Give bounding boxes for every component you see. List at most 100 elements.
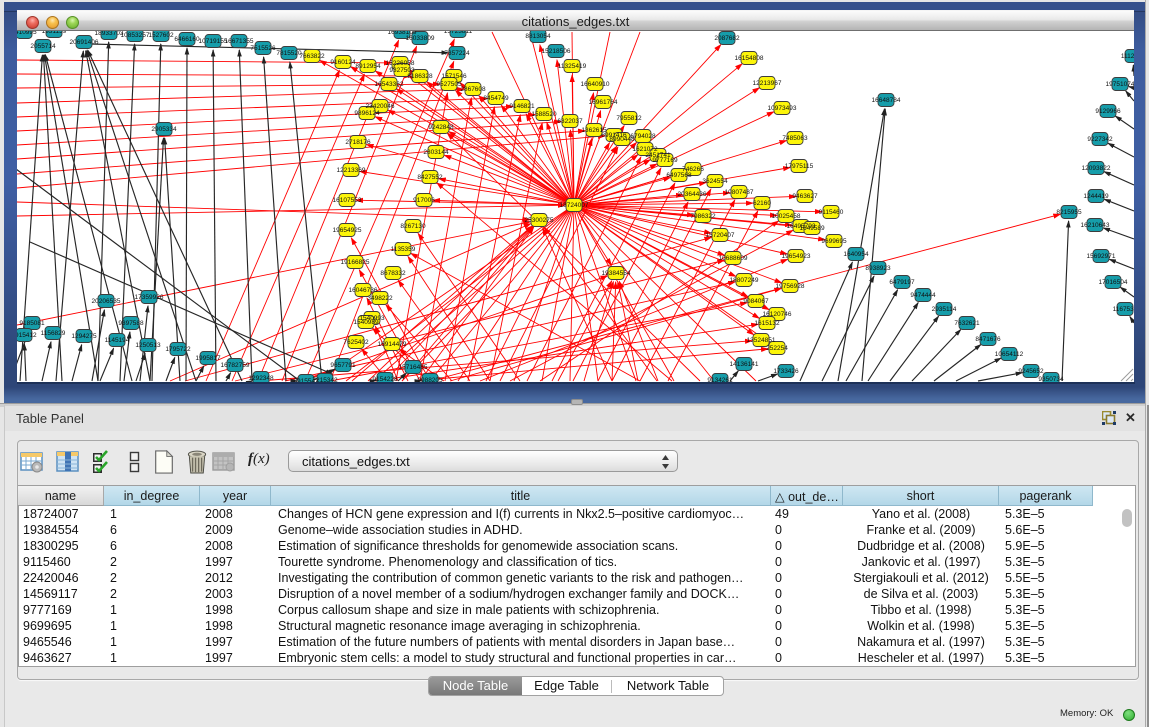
svg-text:18807249: 18807249	[730, 277, 759, 284]
svg-text:18933703: 18933703	[95, 31, 124, 37]
svg-text:19654923: 19654923	[782, 253, 811, 260]
svg-text:2935114: 2935114	[932, 306, 957, 313]
svg-text:9115460: 9115460	[819, 209, 844, 216]
svg-text:16961764: 16961764	[589, 99, 618, 106]
svg-text:3624554: 3624554	[702, 178, 728, 185]
svg-text:9463627: 9463627	[792, 193, 818, 200]
svg-text:2718176: 2718176	[345, 139, 371, 146]
svg-text:917006: 917006	[413, 197, 435, 204]
svg-text:1649589: 1649589	[799, 225, 825, 232]
svg-text:16033809: 16033809	[406, 35, 435, 42]
svg-text:8454749: 8454749	[483, 95, 509, 102]
svg-text:15716485: 15716485	[399, 364, 428, 371]
svg-text:15723811: 15723811	[444, 31, 473, 35]
svg-text:9474444: 9474444	[910, 292, 936, 299]
svg-text:15692971: 15692971	[1087, 253, 1116, 260]
svg-text:16914479: 16914479	[378, 341, 407, 348]
svg-text:10688609: 10688609	[719, 255, 748, 262]
svg-text:6322037: 6322037	[557, 118, 583, 125]
svg-text:9896124: 9896124	[354, 110, 380, 117]
svg-text:1294275: 1294275	[71, 333, 97, 340]
svg-text:1244419: 1244419	[1083, 193, 1109, 200]
svg-text:8813054: 8813054	[525, 33, 551, 40]
svg-text:14136141: 14136141	[730, 361, 759, 368]
svg-text:1733426: 1733426	[773, 368, 799, 375]
svg-text:9084067: 9084067	[743, 298, 769, 305]
svg-text:16120746: 16120746	[763, 311, 792, 318]
svg-text:2803144: 2803144	[423, 149, 449, 156]
svg-text:9777169: 9777169	[652, 157, 678, 164]
svg-text:9146821: 9146821	[509, 103, 535, 110]
svg-text:1292348: 1292348	[248, 375, 274, 382]
svg-text:1156829: 1156829	[41, 330, 66, 337]
svg-text:7515526: 7515526	[250, 45, 276, 52]
svg-text:16640910: 16640910	[581, 81, 610, 88]
svg-text:6466160: 6466160	[174, 36, 200, 43]
svg-text:12213967: 12213967	[753, 80, 782, 87]
svg-text:19756928: 19756928	[776, 283, 805, 290]
svg-text:16107553: 16107553	[333, 197, 362, 204]
svg-text:2867608: 2867608	[460, 86, 486, 93]
svg-text:16782759: 16782759	[221, 362, 250, 369]
svg-text:19384554: 19384554	[602, 270, 631, 277]
svg-text:17016504: 17016504	[1099, 279, 1128, 286]
svg-text:2905334: 2905334	[151, 126, 177, 133]
svg-text:10025458: 10025458	[772, 213, 801, 220]
svg-text:10853257: 10853257	[121, 32, 150, 39]
svg-text:20206535: 20206535	[92, 298, 121, 305]
svg-text:15720407: 15720407	[706, 232, 735, 239]
svg-text:7625402: 7625402	[343, 339, 369, 346]
svg-text:9129966: 9129966	[1095, 108, 1121, 115]
svg-text:7663822: 7663822	[299, 53, 325, 60]
svg-text:1615132: 1615132	[754, 320, 780, 327]
svg-text:16154808: 16154808	[735, 55, 764, 62]
svg-text:13524851: 13524851	[747, 337, 776, 344]
svg-text:8215955: 8215955	[1056, 209, 1082, 216]
svg-text:19166825: 19166825	[341, 259, 370, 266]
svg-text:16210643: 16210643	[1081, 222, 1110, 229]
svg-text:9527505: 9527505	[436, 81, 462, 88]
svg-text:6794028: 6794028	[630, 133, 656, 140]
svg-text:9397588: 9397588	[118, 320, 144, 327]
svg-text:1931159: 1931159	[42, 31, 67, 35]
svg-text:10719155: 10719155	[199, 38, 228, 45]
svg-text:7815520: 7815520	[276, 50, 302, 57]
svg-text:1540989: 1540989	[353, 319, 379, 326]
svg-text:8938923: 8938923	[865, 265, 891, 272]
svg-text:1640954: 1640954	[843, 251, 869, 258]
svg-text:1145194: 1145194	[105, 337, 130, 344]
svg-text:1527602: 1527602	[148, 32, 174, 39]
svg-text:16671355: 16671355	[225, 38, 254, 45]
svg-text:10807487: 10807487	[725, 189, 754, 196]
svg-text:17975115: 17975115	[785, 163, 814, 170]
svg-text:9160124: 9160124	[330, 59, 356, 66]
svg-text:7955812: 7955812	[616, 115, 642, 122]
svg-text:16543362: 16543362	[375, 81, 404, 88]
svg-text:6497568: 6497568	[666, 172, 692, 179]
svg-text:9657791: 9657791	[330, 362, 356, 369]
svg-text:8427552: 8427552	[417, 174, 443, 181]
svg-text:9242848: 9242848	[428, 124, 454, 131]
svg-text:7986322: 7986322	[690, 213, 716, 220]
svg-text:1250513: 1250513	[135, 342, 161, 349]
svg-text:3915412: 3915412	[17, 332, 37, 339]
svg-text:252254: 252254	[766, 345, 788, 352]
svg-text:15226058: 15226058	[386, 60, 415, 67]
svg-text:1995817: 1995817	[195, 355, 221, 362]
svg-text:9185081: 9185081	[19, 320, 45, 327]
svg-text:8267130: 8267130	[400, 223, 426, 230]
svg-text:1571546: 1571546	[441, 73, 467, 80]
svg-text:1795722: 1795722	[165, 346, 191, 353]
svg-text:62160: 62160	[753, 200, 771, 207]
svg-text:19654925: 19654925	[333, 227, 362, 234]
svg-text:25300275: 25300275	[525, 217, 554, 224]
svg-text:10973493: 10973493	[768, 105, 797, 112]
svg-text:18724007: 18724007	[560, 202, 589, 209]
svg-text:16648784: 16648784	[872, 97, 901, 104]
svg-text:6479197: 6479197	[889, 279, 915, 286]
svg-text:1112753: 1112753	[1121, 53, 1134, 60]
svg-text:8912954: 8912954	[355, 63, 381, 70]
svg-text:9227342: 9227342	[1087, 136, 1113, 143]
svg-text:2087682: 2087682	[714, 35, 740, 42]
svg-text:17359926: 17359926	[135, 294, 164, 301]
